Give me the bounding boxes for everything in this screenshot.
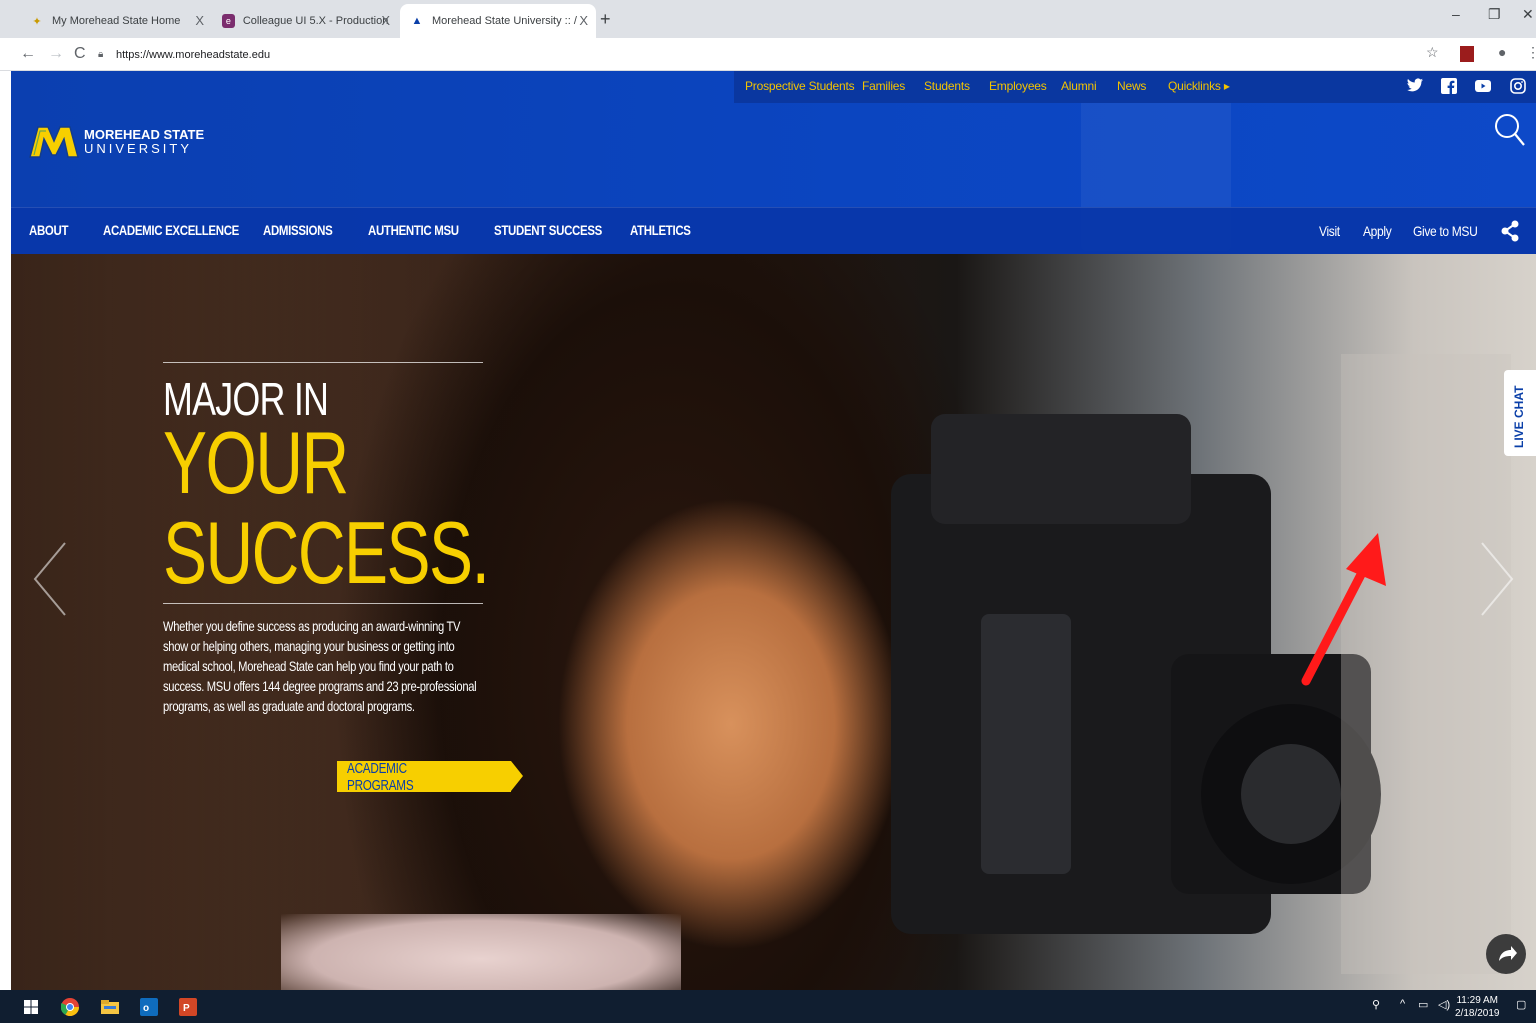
colleague-favicon-icon: e bbox=[222, 14, 235, 28]
share-float-button[interactable] bbox=[1486, 934, 1526, 974]
tab-my-morehead[interactable]: ✦ My Morehead State Home X bbox=[20, 4, 212, 38]
lock-icon: 🔒︎ bbox=[98, 48, 104, 60]
nav-athletics[interactable]: ATHLETICS bbox=[630, 222, 691, 238]
utility-nav: Prospective Students Families Students E… bbox=[734, 71, 1536, 103]
svg-text:o: o bbox=[143, 1003, 149, 1014]
tray-chevron-icon[interactable]: ^ bbox=[1400, 998, 1405, 1010]
live-chat-tab[interactable]: LIVE CHAT bbox=[1504, 370, 1536, 456]
svg-text:P: P bbox=[183, 1003, 190, 1014]
taskbar-clock[interactable]: 11:29 AM 2/18/2019 bbox=[1455, 994, 1500, 1020]
quicklinks-toggle[interactable]: Quicklinks ▸ bbox=[1168, 79, 1230, 93]
tab-colleague[interactable]: e Colleague UI 5.X - Production - [ X bbox=[212, 4, 398, 38]
tab-title: Colleague UI 5.X - Production - [ bbox=[242, 15, 388, 27]
volume-icon[interactable]: ◁) bbox=[1438, 998, 1450, 1011]
hero-line-your: YOUR bbox=[163, 413, 349, 512]
main-nav: ABOUT ACADEMIC EXCELLENCE ADMISSIONS AUT… bbox=[11, 207, 1536, 254]
close-tab-icon[interactable]: X bbox=[195, 13, 204, 28]
notification-icon[interactable]: ▢ bbox=[1516, 998, 1526, 1011]
network-icon[interactable]: ▭ bbox=[1418, 998, 1428, 1011]
back-arrow-icon[interactable]: ← bbox=[20, 45, 36, 63]
browser-tab-strip: ✦ My Morehead State Home X e Colleague U… bbox=[0, 0, 1536, 38]
site-header: Prospective Students Families Students E… bbox=[11, 71, 1536, 254]
nav-authentic-msu[interactable]: AUTHENTIC MSU bbox=[368, 222, 459, 238]
search-icon[interactable] bbox=[1493, 111, 1527, 149]
nav-apply-link[interactable]: Apply bbox=[1363, 223, 1392, 239]
nav-about[interactable]: ABOUT bbox=[29, 222, 69, 238]
cta-label: ACADEMIC PROGRAMS bbox=[347, 759, 414, 794]
clock-date: 2/18/2019 bbox=[1455, 1008, 1500, 1019]
util-link-families[interactable]: Families bbox=[862, 79, 905, 93]
hero-photo-camera bbox=[891, 354, 1511, 974]
util-link-news[interactable]: News bbox=[1117, 79, 1146, 93]
logo-line2: UNIVERSITY bbox=[84, 140, 193, 156]
logo-line1: MOREHEAD STATE bbox=[84, 126, 205, 142]
slide-next-arrow-icon[interactable] bbox=[1476, 539, 1516, 619]
outlook-icon[interactable]: o bbox=[140, 998, 158, 1016]
close-tab-icon[interactable]: X bbox=[579, 13, 588, 28]
clock-time: 11:29 AM bbox=[1456, 995, 1498, 1006]
nav-give-link[interactable]: Give to MSU bbox=[1413, 223, 1478, 239]
morehead-favicon-icon: ✦ bbox=[32, 15, 42, 28]
chrome-icon[interactable] bbox=[61, 998, 79, 1016]
util-link-alumni[interactable]: Alumni bbox=[1061, 79, 1097, 93]
morehead-site: Prospective Students Families Students E… bbox=[11, 71, 1536, 990]
nav-admissions[interactable]: ADMISSIONS bbox=[263, 222, 333, 238]
instagram-icon[interactable] bbox=[1509, 78, 1527, 96]
close-tab-icon[interactable]: X bbox=[381, 13, 390, 28]
hero-photo-shirt bbox=[281, 914, 681, 990]
tab-title: Morehead State University :: / bbox=[432, 15, 577, 27]
reload-icon[interactable]: C bbox=[74, 45, 86, 63]
share-arrow-icon bbox=[1499, 946, 1517, 961]
url-text: https://www.moreheadstate.edu bbox=[116, 48, 271, 61]
slide-prev-arrow-icon[interactable] bbox=[31, 539, 71, 619]
util-link-employees[interactable]: Employees bbox=[989, 79, 1047, 93]
hero-line-success: SUCCESS. bbox=[163, 503, 490, 602]
close-window-button[interactable]: ✕ bbox=[1522, 6, 1534, 23]
minimize-button[interactable]: – bbox=[1452, 6, 1460, 22]
bookmark-star-icon[interactable]: ☆ bbox=[1426, 44, 1439, 61]
profile-icon[interactable]: ● bbox=[1498, 44, 1506, 60]
nav-academic-excellence[interactable]: ACADEMIC EXCELLENCE bbox=[103, 222, 239, 238]
msu-favicon-icon: ▲ bbox=[411, 15, 423, 27]
powerpoint-icon[interactable]: P bbox=[179, 998, 197, 1016]
file-explorer-icon[interactable] bbox=[101, 998, 119, 1016]
youtube-icon[interactable] bbox=[1474, 78, 1492, 96]
hero-slideshow: MAJOR IN YOUR SUCCESS. Whether you defin… bbox=[11, 254, 1536, 990]
people-icon[interactable]: ⚲ bbox=[1372, 998, 1380, 1011]
address-bar[interactable]: 🔒︎ https://www.moreheadstate.edu bbox=[98, 42, 1418, 67]
red-annotation-arrow-icon bbox=[1301, 533, 1386, 686]
windows-start-icon[interactable] bbox=[24, 1000, 38, 1014]
menu-icon[interactable]: ⋮ bbox=[1526, 44, 1536, 61]
forward-arrow-icon[interactable]: → bbox=[48, 45, 64, 63]
hero-top-rule bbox=[163, 362, 483, 363]
new-tab-button[interactable]: + bbox=[600, 9, 611, 30]
restore-button[interactable]: ❐ bbox=[1488, 6, 1501, 23]
share-icon[interactable] bbox=[1501, 220, 1519, 242]
hero-body-text: Whether you define success as producing … bbox=[163, 618, 477, 714]
pdf-extension-icon[interactable] bbox=[1460, 46, 1474, 62]
twitter-icon[interactable] bbox=[1406, 78, 1424, 96]
tab-title: My Morehead State Home bbox=[52, 15, 181, 27]
academic-programs-button[interactable]: ACADEMIC PROGRAMS bbox=[337, 759, 523, 794]
msu-m-logo-icon bbox=[29, 126, 79, 158]
msu-logo[interactable]: MOREHEAD STATE UNIVERSITY bbox=[28, 121, 204, 161]
util-link-students[interactable]: Students bbox=[924, 79, 970, 93]
hero-bottom-rule bbox=[163, 603, 483, 604]
browser-toolbar: ← → C 🔒︎ https://www.moreheadstate.edu ☆… bbox=[0, 38, 1536, 71]
windows-taskbar: o P ⚲ ^ ▭ ◁) 11:29 AM 2/18/2019 ▢ bbox=[0, 990, 1536, 1023]
util-link-prospective[interactable]: Prospective Students bbox=[745, 79, 855, 93]
live-chat-label: LIVE CHAT bbox=[1512, 385, 1526, 448]
tab-morehead-active[interactable]: ▲ Morehead State University :: / X bbox=[400, 4, 596, 38]
nav-visit-link[interactable]: Visit bbox=[1319, 223, 1340, 239]
nav-student-success[interactable]: STUDENT SUCCESS bbox=[494, 222, 602, 238]
facebook-icon[interactable] bbox=[1440, 78, 1458, 96]
